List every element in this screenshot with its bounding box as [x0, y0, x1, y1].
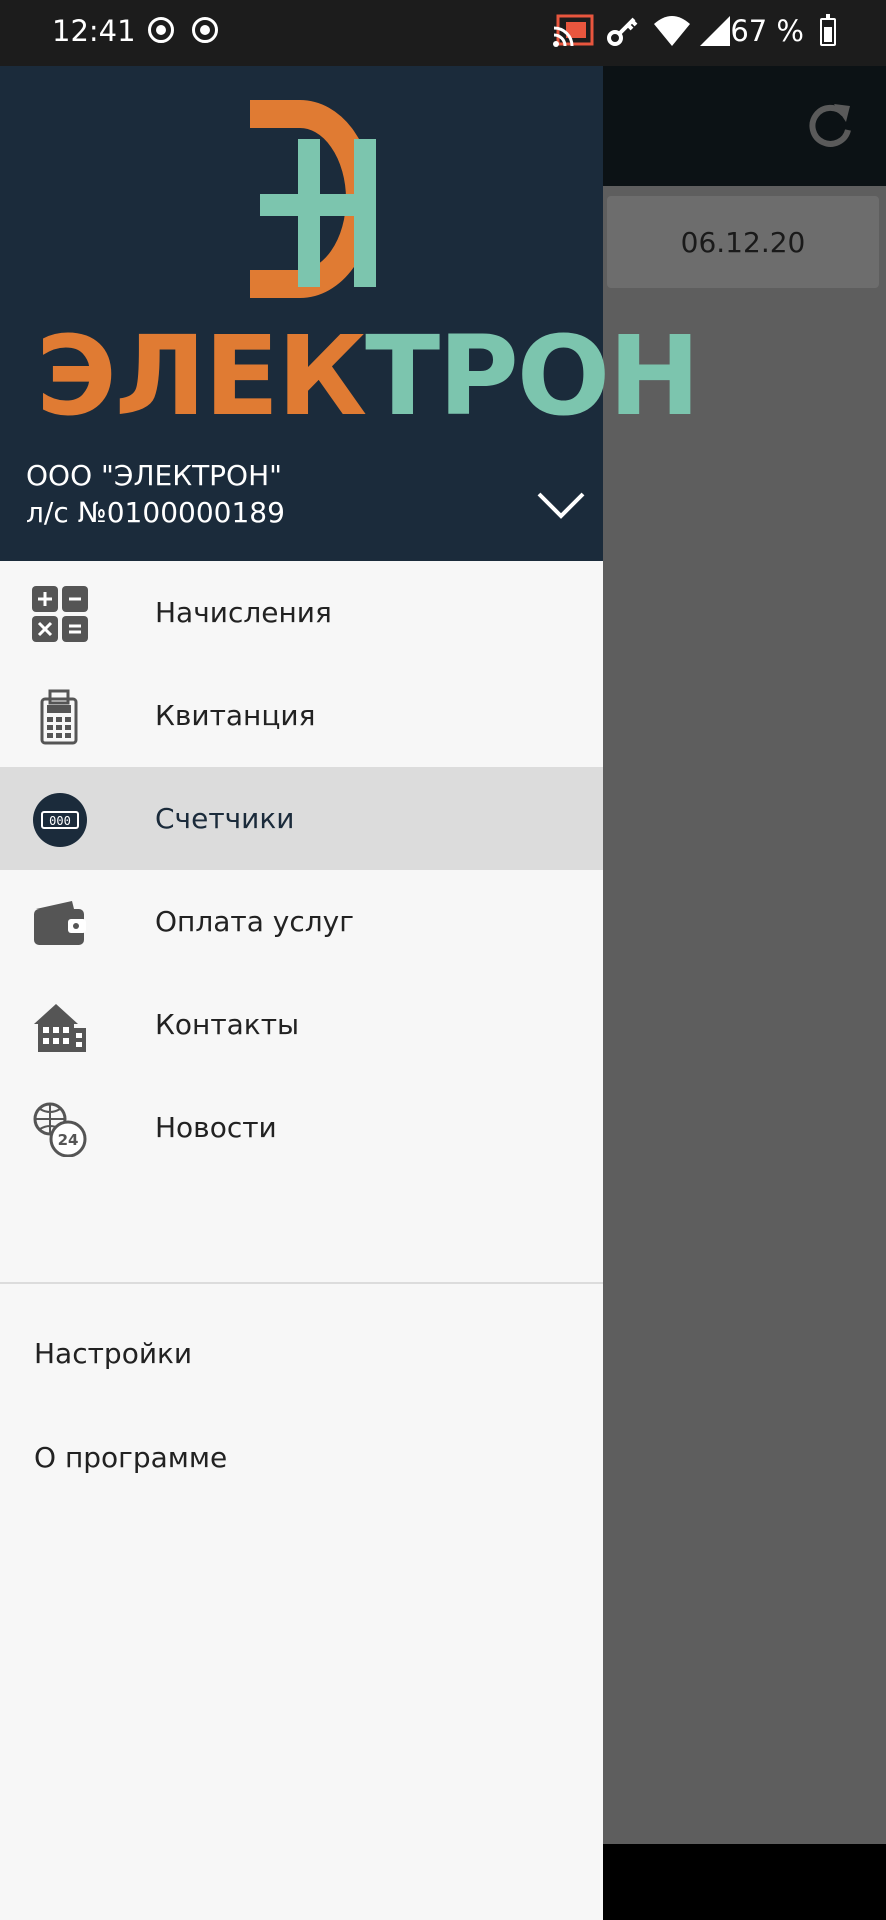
- wallet-icon: [34, 901, 86, 945]
- battery-percent: 67 %: [730, 14, 804, 48]
- menu-label: Квитанция: [155, 699, 316, 732]
- drawer-header: ЭЛЕКТРОН ООО "ЭЛЕКТРОН" л/с №0100000189: [0, 66, 700, 561]
- globe-24-icon: 24: [33, 1102, 87, 1157]
- refresh-icon[interactable]: [804, 100, 856, 152]
- wifi-icon: [654, 16, 690, 46]
- record-icon: [148, 17, 174, 43]
- brand-wordmark: ЭЛЕКТРОН: [36, 321, 700, 431]
- receipt-icon: [40, 689, 78, 745]
- menu-divider: [0, 1282, 603, 1284]
- date-card[interactable]: 06.12.20: [607, 196, 879, 288]
- signal-icon: [700, 16, 730, 46]
- brand-part-orange: ЭЛЕК: [36, 312, 367, 440]
- menu-item-payment[interactable]: Оплата услуг: [0, 870, 603, 973]
- key-icon: [607, 17, 638, 46]
- account-number: л/с №0100000189: [26, 496, 285, 529]
- drawer-menu: Начисления Квитанция 000 Счетчики Оплата…: [0, 561, 603, 1179]
- menu-item-news[interactable]: 24 Новости: [0, 1076, 603, 1179]
- svg-text:000: 000: [49, 814, 71, 828]
- brand-part-teal: ТРОН: [365, 312, 700, 440]
- meter-icon: 000: [33, 793, 87, 847]
- menu-item-about[interactable]: О программе: [34, 1441, 227, 1474]
- building-icon: [34, 1004, 86, 1052]
- menu-label: Контакты: [155, 1008, 300, 1041]
- battery-icon: [820, 14, 836, 46]
- menu-item-meters[interactable]: 000 Счетчики: [0, 767, 603, 870]
- navigation-drawer: ЭЛЕКТРОН ООО "ЭЛЕКТРОН" л/с №0100000189 …: [0, 66, 700, 1920]
- menu-label: Счетчики: [155, 802, 295, 835]
- logo-icon: [250, 100, 376, 298]
- organization-name: ООО "ЭЛЕКТРОН": [26, 459, 283, 492]
- menu-item-settings[interactable]: Настройки: [34, 1337, 192, 1370]
- menu-item-contacts[interactable]: Контакты: [0, 973, 603, 1076]
- cast-icon: [553, 14, 594, 47]
- calculator-icon: [32, 586, 88, 642]
- chevron-down-icon[interactable]: [536, 490, 586, 520]
- record-icon: [192, 17, 218, 43]
- date-text: 06.12.20: [680, 226, 806, 259]
- menu-label: Новости: [155, 1111, 277, 1144]
- svg-text:24: 24: [58, 1131, 79, 1149]
- menu-label: Начисления: [155, 596, 332, 629]
- menu-item-charges[interactable]: Начисления: [0, 561, 603, 664]
- status-time: 12:41: [52, 14, 136, 48]
- menu-item-receipt[interactable]: Квитанция: [0, 664, 603, 767]
- status-bar: 12:41 67 %: [0, 0, 886, 66]
- menu-label: Оплата услуг: [155, 905, 354, 938]
